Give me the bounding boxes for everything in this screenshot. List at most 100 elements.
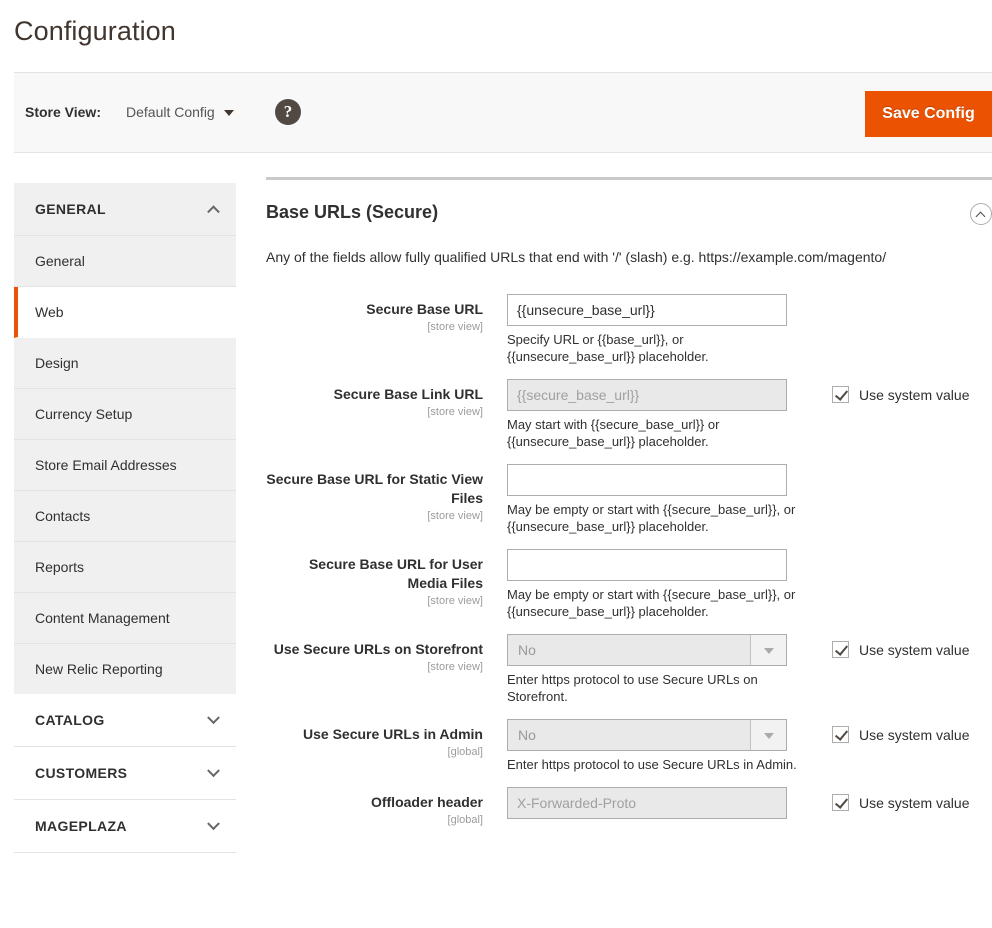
sidebar-section-title: CUSTOMERS <box>35 765 127 781</box>
store-view-bar: Store View: Default Config ? Save Config <box>14 72 992 153</box>
sidebar-section-catalog[interactable]: CATALOG <box>14 694 236 747</box>
field-control: May start with {{secure_base_url}} or {{… <box>495 379 784 450</box>
field-control: NoEnter https protocol to use Secure URL… <box>495 719 784 773</box>
sidebar-item-label: Design <box>35 355 79 371</box>
sidebar-section-title: GENERAL <box>35 201 106 217</box>
use-system-value-label: Use system value <box>859 727 969 743</box>
config-form: Secure Base URL[store view]Specify URL o… <box>266 294 992 826</box>
field-note: Enter https protocol to use Secure URLs … <box>507 671 797 705</box>
form-row-offloader-header: Offloader header[global] Use system value <box>266 787 992 826</box>
use-system-value-checkbox[interactable] <box>832 386 849 403</box>
chevron-down-icon[interactable] <box>750 635 786 665</box>
select-use-secure-urls-in-admin[interactable]: No <box>507 719 787 751</box>
section-header: Base URLs (Secure) <box>266 202 992 223</box>
sidebar-section-title: CATALOG <box>35 712 105 728</box>
select-use-secure-urls-on-storefront[interactable]: No <box>507 634 787 666</box>
field-label: Secure Base URL for Static View Files <box>266 470 483 508</box>
field-control <box>495 787 784 819</box>
use-system-value-checkbox[interactable] <box>832 641 849 658</box>
main-content: Base URLs (Secure) Any of the fields all… <box>266 177 992 840</box>
section-title: Base URLs (Secure) <box>266 202 952 223</box>
form-row-secure-base-url: Secure Base URL[store view]Specify URL o… <box>266 294 992 365</box>
field-scope: [store view] <box>266 661 483 673</box>
field-label: Use Secure URLs in Admin <box>266 725 483 744</box>
field-label: Offloader header <box>266 793 483 812</box>
sidebar-item-contacts[interactable]: Contacts <box>14 491 236 542</box>
field-note: Enter https protocol to use Secure URLs … <box>507 756 797 773</box>
use-system-value-label: Use system value <box>859 387 969 403</box>
save-config-button[interactable]: Save Config <box>865 91 992 137</box>
sidebar-item-web[interactable]: Web <box>14 287 236 338</box>
input-offloader-header <box>507 787 787 819</box>
chevron-down-icon[interactable] <box>750 720 786 750</box>
chevron-down-icon <box>207 817 220 830</box>
use-system-value-use-secure-urls-in-admin[interactable]: Use system value <box>832 726 969 743</box>
sidebar-item-label: General <box>35 253 85 269</box>
use-system-value-offloader-header[interactable]: Use system value <box>832 794 969 811</box>
use-system-value-use-secure-urls-on-storefront[interactable]: Use system value <box>832 641 969 658</box>
store-view-selected-value: Default Config <box>126 104 215 120</box>
sidebar-item-reports[interactable]: Reports <box>14 542 236 593</box>
field-label: Use Secure URLs on Storefront <box>266 640 483 659</box>
use-system-value-label: Use system value <box>859 642 969 658</box>
use-system-value-checkbox[interactable] <box>832 726 849 743</box>
store-view-switcher[interactable]: Default Config <box>126 104 234 120</box>
sidebar-item-label: Content Management <box>35 610 170 626</box>
sidebar-section-customers[interactable]: CUSTOMERS <box>14 747 236 800</box>
store-view-label: Store View: <box>25 104 101 120</box>
field-label-block: Offloader header[global] <box>266 787 495 826</box>
sidebar-item-new-relic-reporting[interactable]: New Relic Reporting <box>14 644 236 694</box>
chevron-down-icon <box>207 711 220 724</box>
field-scope: [store view] <box>266 510 483 522</box>
sidebar-item-label: Store Email Addresses <box>35 457 177 473</box>
select-value: No <box>518 635 536 665</box>
sidebar-item-label: Contacts <box>35 508 90 524</box>
field-label: Secure Base URL for User Media Files <box>266 555 483 593</box>
sidebar-item-label: Currency Setup <box>35 406 132 422</box>
input-secure-base-link-url <box>507 379 787 411</box>
field-scope: [store view] <box>266 595 483 607</box>
field-note: May be empty or start with {{secure_base… <box>507 586 797 620</box>
sidebar-item-design[interactable]: Design <box>14 338 236 389</box>
field-label-block: Use Secure URLs on Storefront [store view… <box>266 634 495 673</box>
field-label-block: Secure Base URL for User Media Files [sto… <box>266 549 495 607</box>
field-note: May be empty or start with {{secure_base… <box>507 501 797 535</box>
field-control: Specify URL or {{base_url}}, or {{unsecu… <box>495 294 784 365</box>
question-mark-icon[interactable]: ? <box>275 99 301 125</box>
field-scope: [global] <box>266 746 483 758</box>
sidebar-section-general[interactable]: GENERAL <box>14 183 236 236</box>
field-control: May be empty or start with {{secure_base… <box>495 464 784 535</box>
caret-down-icon <box>224 110 234 116</box>
chevron-up-circle-icon[interactable] <box>970 203 992 225</box>
field-control: NoEnter https protocol to use Secure URL… <box>495 634 784 705</box>
input-secure-base-url-for-static-view-files[interactable] <box>507 464 787 496</box>
form-row-use-secure-urls-in-admin: Use Secure URLs in Admin[global]NoEnter … <box>266 719 992 773</box>
sidebar-item-list: General Web Design Currency Setup Store Emai… <box>14 236 236 694</box>
content-divider <box>266 177 992 180</box>
form-row-use-secure-urls-on-storefront: Use Secure URLs on Storefront [store view… <box>266 634 992 705</box>
field-label: Secure Base Link URL <box>266 385 483 404</box>
page-title: Configuration <box>14 10 176 52</box>
use-system-value-secure-base-link-url[interactable]: Use system value <box>832 386 969 403</box>
input-secure-base-url-for-user-media-files[interactable] <box>507 549 787 581</box>
field-label-block: Secure Base URL for Static View Files [st… <box>266 464 495 522</box>
field-label: Secure Base URL <box>266 300 483 319</box>
field-control: May be empty or start with {{secure_base… <box>495 549 784 620</box>
sidebar-item-label: Web <box>35 304 64 320</box>
use-system-value-checkbox[interactable] <box>832 794 849 811</box>
sidebar-section-mageplaza[interactable]: MAGEPLAZA <box>14 800 236 853</box>
sidebar-item-currency-setup[interactable]: Currency Setup <box>14 389 236 440</box>
input-secure-base-url[interactable] <box>507 294 787 326</box>
sidebar-item-label: New Relic Reporting <box>35 661 163 677</box>
form-row-secure-base-url-for-static-view-files: Secure Base URL for Static View Files [st… <box>266 464 992 535</box>
select-value: No <box>518 720 536 750</box>
sidebar-item-store-email-addresses[interactable]: Store Email Addresses <box>14 440 236 491</box>
chevron-down-icon <box>207 764 220 777</box>
use-system-value-label: Use system value <box>859 795 969 811</box>
sidebar-item-label: Reports <box>35 559 84 575</box>
configuration-page: Configuration Store View: Default Config… <box>0 0 992 928</box>
field-note: Specify URL or {{base_url}}, or {{unsecu… <box>507 331 797 365</box>
field-label-block: Secure Base URL[store view] <box>266 294 495 333</box>
sidebar-item-general[interactable]: General <box>14 236 236 287</box>
sidebar-item-content-management[interactable]: Content Management <box>14 593 236 644</box>
